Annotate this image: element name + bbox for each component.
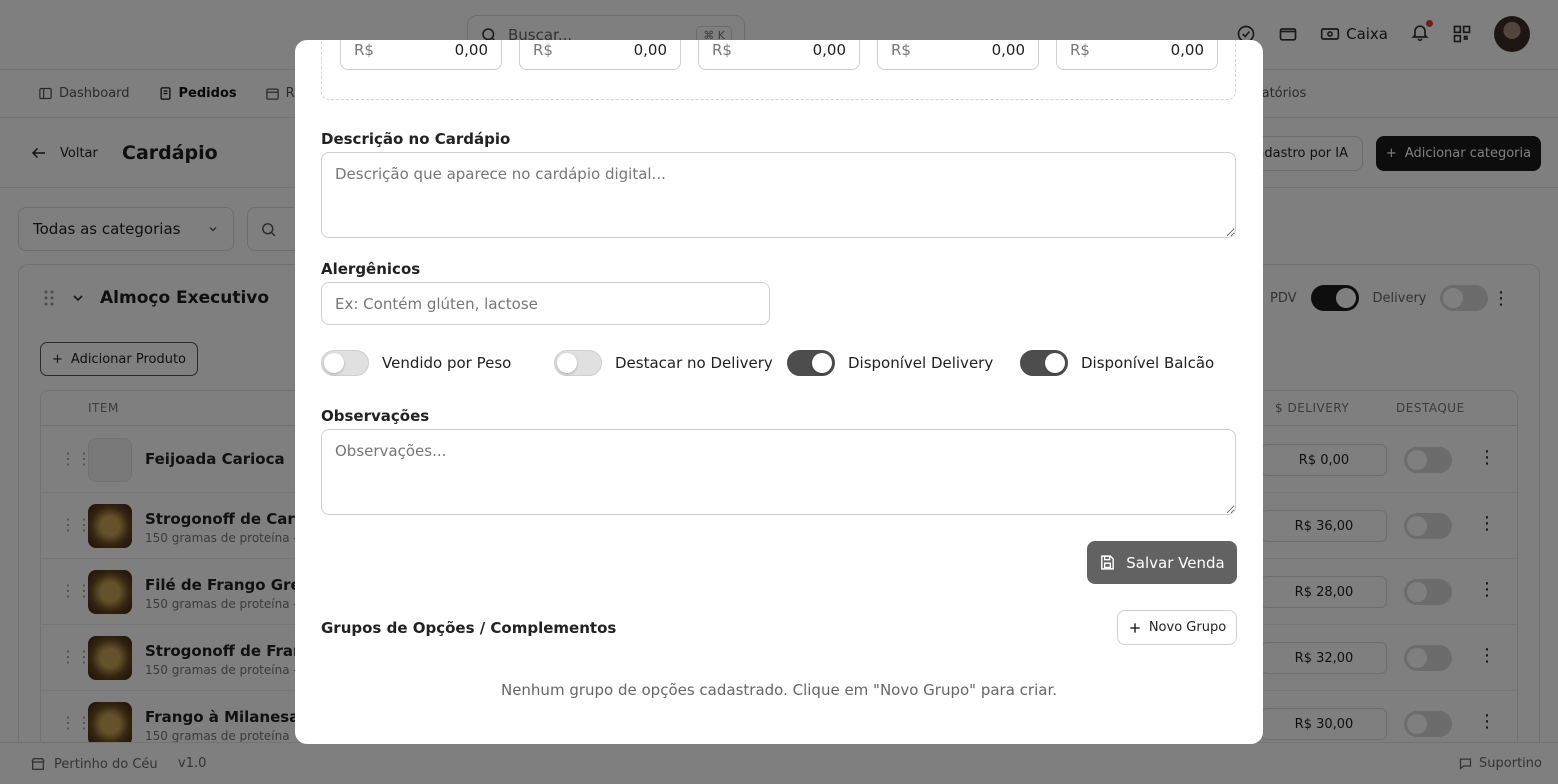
notes-textarea[interactable] [321,429,1236,515]
notes-label: Observações [321,407,430,425]
save-sale-button[interactable]: Salvar Venda [1087,541,1237,584]
currency-prefix: R$ [354,40,374,59]
price-field-1[interactable]: R$ 0,00 [340,40,502,70]
sold-by-weight-label: Vendido por Peso [382,354,512,372]
currency-prefix: R$ [712,40,732,59]
plus-icon [1130,622,1140,633]
option-groups-title: Grupos de Opções / Complementos [321,619,617,637]
product-edit-modal: R$ 0,00 R$ 0,00 R$ 0,00 R$ 0,00 R$ 0,00 … [295,40,1263,744]
price-field-2[interactable]: R$ 0,00 [519,40,681,70]
available-counter-option[interactable]: Disponível Balcão [1020,350,1214,376]
save-sale-label: Salvar Venda [1126,553,1225,572]
available-counter-switch[interactable] [1020,350,1068,376]
empty-groups-message: Nenhum grupo de opções cadastrado. Cliqu… [500,681,1058,699]
price-value: 0,00 [633,40,667,59]
description-label: Descrição no Cardápio [321,130,511,148]
currency-prefix: R$ [1070,40,1090,59]
available-counter-label: Disponível Balcão [1081,354,1215,372]
highlight-delivery-label: Destacar no Delivery [615,354,773,372]
new-group-label: Novo Grupo [1148,620,1227,635]
available-delivery-option[interactable]: Disponível Delivery [787,350,993,376]
sold-by-weight-switch[interactable] [321,350,369,376]
highlight-delivery-switch[interactable] [554,350,602,376]
description-textarea[interactable] [321,152,1236,238]
price-value: 0,00 [1170,40,1204,59]
currency-prefix: R$ [533,40,553,59]
highlight-delivery-option[interactable]: Destacar no Delivery [554,350,773,376]
price-field-5[interactable]: R$ 0,00 [1056,40,1218,70]
price-field-4[interactable]: R$ 0,00 [877,40,1039,70]
allergens-label: Alergênicos [321,260,421,278]
currency-prefix: R$ [891,40,911,59]
new-group-button[interactable]: Novo Grupo [1117,610,1237,645]
price-field-3[interactable]: R$ 0,00 [698,40,860,70]
allergens-input[interactable] [321,282,770,325]
available-delivery-label: Disponível Delivery [848,354,994,372]
price-value: 0,00 [812,40,846,59]
available-delivery-switch[interactable] [787,350,835,376]
price-value: 0,00 [991,40,1025,59]
sold-by-weight-option[interactable]: Vendido por Peso [321,350,511,376]
price-value: 0,00 [454,40,488,59]
price-fields-group: R$ 0,00 R$ 0,00 R$ 0,00 R$ 0,00 R$ 0,00 [321,40,1236,100]
save-icon [1101,555,1115,570]
